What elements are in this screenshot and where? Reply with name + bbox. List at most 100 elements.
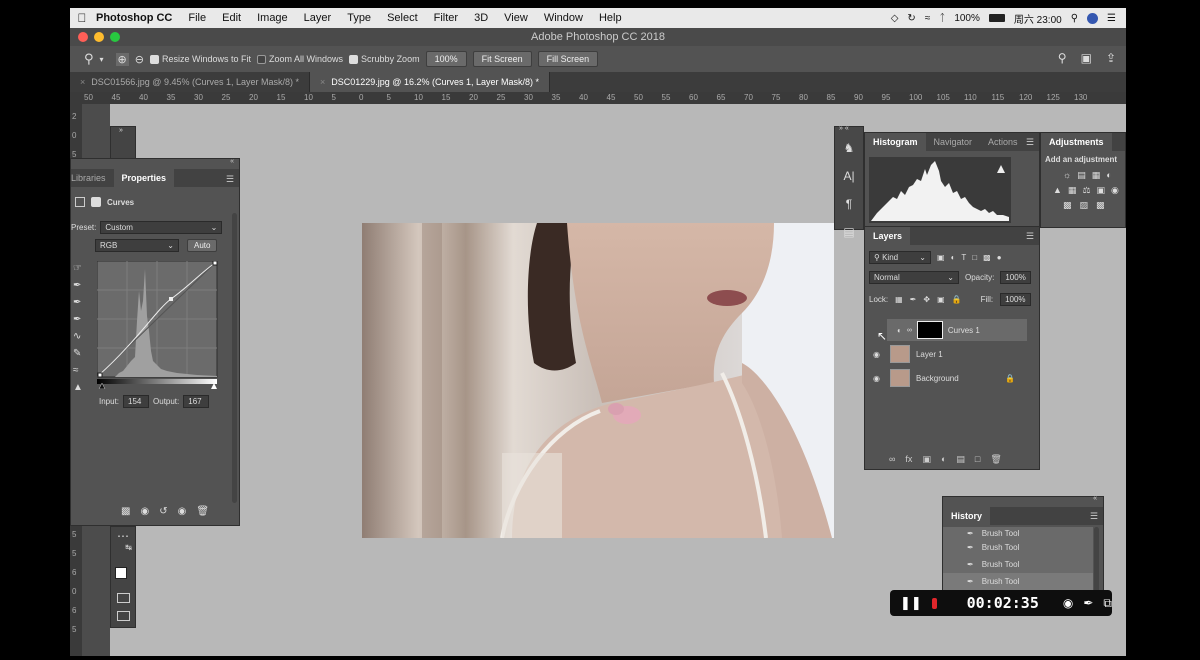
- panel-menu-icon[interactable]: ☰: [226, 174, 234, 185]
- bluetooth-icon[interactable]: ᛏ: [939, 13, 945, 24]
- zoom-tool-icon[interactable]: ⚲: [84, 51, 94, 67]
- exposure-icon[interactable]: ◐: [1106, 170, 1111, 181]
- layer-name[interactable]: Curves 1: [948, 326, 980, 335]
- curve-points-icon[interactable]: ∿: [73, 331, 83, 342]
- opacity-field[interactable]: 100%: [1000, 271, 1031, 284]
- clip-to-layer-icon[interactable]: ▩: [121, 506, 130, 517]
- filter-type-icon[interactable]: T: [961, 253, 966, 262]
- tab-history[interactable]: History: [943, 507, 991, 525]
- curve-endpoint-white[interactable]: [212, 261, 218, 266]
- collapse-panel-icon[interactable]: «: [1093, 495, 1097, 502]
- pencil-draw-icon[interactable]: ✎: [73, 348, 83, 359]
- layer-row-layer1[interactable]: ◉ Layer 1: [869, 343, 1029, 365]
- clone-source-icon[interactable]: ♞: [844, 141, 855, 155]
- on-image-adjustment-icon[interactable]: ☞: [73, 263, 83, 274]
- menu-type[interactable]: Type: [339, 12, 379, 24]
- notes-icon[interactable]: ▤: [843, 225, 854, 239]
- view-previous-icon[interactable]: ◉: [140, 506, 149, 517]
- menu-select[interactable]: Select: [379, 12, 426, 24]
- menu-layer[interactable]: Layer: [296, 12, 340, 24]
- menu-image[interactable]: Image: [249, 12, 296, 24]
- workspace-icon[interactable]: ▣: [1081, 51, 1092, 65]
- minimize-window-button[interactable]: [94, 32, 104, 42]
- fill-screen-button[interactable]: Fill Screen: [537, 51, 599, 67]
- stop-record-button[interactable]: [931, 597, 937, 609]
- wifi-icon[interactable]: ≈: [925, 13, 931, 24]
- history-item[interactable]: ✒ Brush Tool: [943, 539, 1093, 556]
- filter-shape-icon[interactable]: □: [972, 253, 977, 262]
- tab-libraries[interactable]: Libraries: [71, 169, 114, 187]
- lock-transparent-icon[interactable]: ▦: [895, 295, 903, 304]
- auto-button[interactable]: Auto: [187, 239, 218, 252]
- resize-windows-checkbox[interactable]: Resize Windows to Fit: [149, 54, 251, 64]
- collapse-panel-icon[interactable]: » «: [839, 125, 849, 132]
- history-item[interactable]: ✒ Brush Tool: [943, 556, 1093, 573]
- history-item[interactable]: ✒ Brush Tool: [943, 573, 1093, 590]
- levels-icon[interactable]: ▤: [1077, 170, 1086, 181]
- new-adjustment-icon[interactable]: ◐: [941, 454, 946, 465]
- lock-artboard-icon[interactable]: ▣: [937, 295, 945, 304]
- channel-dropdown[interactable]: RGB ⌄: [95, 239, 179, 252]
- menu-window[interactable]: Window: [536, 12, 591, 24]
- color-balance-icon[interactable]: ⚖: [1082, 185, 1090, 196]
- foreground-color-swatch[interactable]: [115, 567, 127, 579]
- quick-mask-icon[interactable]: [117, 593, 130, 603]
- zoom-100-button[interactable]: 100%: [425, 51, 467, 67]
- fit-screen-button[interactable]: Fit Screen: [472, 51, 532, 67]
- properties-scrollbar[interactable]: [232, 213, 237, 503]
- layer-thumbnail[interactable]: [889, 369, 910, 387]
- panel-collapse-icon[interactable]: «: [230, 158, 234, 165]
- layer-row-curves[interactable]: ◐ ∞ Curves 1: [887, 319, 1027, 341]
- layer-row-background[interactable]: ◉ Background 🔒: [869, 367, 1029, 389]
- paragraph-icon[interactable]: ¶: [846, 197, 852, 211]
- spotlight-icon[interactable]: ⚲: [1071, 13, 1078, 24]
- sync-icon[interactable]: ↻: [907, 13, 915, 24]
- tab-document-2[interactable]: × DSC01229.jpg @ 16.2% (Curves 1, Layer M…: [310, 72, 550, 92]
- fx-icon[interactable]: fx: [905, 454, 912, 465]
- tab-document-1[interactable]: × DSC01566.jpg @ 9.45% (Curves 1, Layer M…: [70, 72, 310, 92]
- dropbox-icon[interactable]: ◇: [891, 13, 899, 24]
- collapse-panel-icon[interactable]: »: [119, 127, 123, 134]
- threshold-icon[interactable]: ▩: [1096, 200, 1105, 211]
- invert-icon[interactable]: ▩: [1063, 200, 1072, 211]
- photo-filter-icon[interactable]: ◉: [1111, 185, 1119, 196]
- delete-icon[interactable]: 🗑: [196, 506, 209, 517]
- curves-graph[interactable]: [97, 261, 219, 389]
- layer-name[interactable]: Background: [916, 374, 959, 383]
- output-field[interactable]: 167: [183, 395, 210, 408]
- hue-icon[interactable]: ▦: [1068, 185, 1077, 196]
- canvas-image[interactable]: [362, 223, 834, 538]
- battery-icon[interactable]: [988, 14, 1005, 22]
- camera-icon[interactable]: ◉: [1063, 596, 1073, 610]
- menu-app-name[interactable]: Photoshop CC: [94, 12, 180, 24]
- window-capture-icon[interactable]: ⧉: [1103, 596, 1112, 611]
- smooth-curve-icon[interactable]: ≈: [73, 365, 83, 376]
- lock-all-icon[interactable]: 🔒: [952, 295, 962, 304]
- fill-field[interactable]: 100%: [1000, 293, 1031, 306]
- visibility-eye-icon[interactable]: ◉: [873, 374, 880, 383]
- notification-center-icon[interactable]: ☰: [1107, 13, 1116, 24]
- screen-mode-icon[interactable]: [117, 611, 130, 621]
- menu-help[interactable]: Help: [591, 12, 630, 24]
- visibility-eye-icon[interactable]: ◉: [178, 506, 187, 517]
- panel-menu-icon[interactable]: ☰: [1026, 231, 1034, 242]
- zoom-out-icon[interactable]: ⊖: [135, 53, 144, 66]
- clipping-warning-icon[interactable]: ▲: [73, 382, 83, 393]
- tool-preset-chevron-icon[interactable]: ▾: [100, 55, 104, 64]
- reset-icon[interactable]: ↺: [159, 506, 167, 517]
- menu-filter[interactable]: Filter: [426, 12, 466, 24]
- filter-toggle-icon[interactable]: ●: [997, 253, 1002, 262]
- curve-point[interactable]: [169, 297, 173, 301]
- close-window-button[interactable]: [78, 32, 88, 42]
- new-group-icon[interactable]: ▤: [956, 454, 965, 465]
- posterize-icon[interactable]: ▨: [1080, 200, 1089, 211]
- visibility-eye-icon[interactable]: ◉: [873, 350, 880, 359]
- tab-actions[interactable]: Actions: [980, 133, 1026, 151]
- horizontal-ruler[interactable]: 50 45 40 35 30 25 20 15 10 5 0 5 10 15 20 25 30 35 40 45 50 5…: [70, 92, 1126, 104]
- menu-edit[interactable]: Edit: [214, 12, 249, 24]
- zoom-all-windows-checkbox[interactable]: Zoom All Windows: [257, 54, 343, 64]
- curve-endpoint-black[interactable]: [97, 372, 103, 378]
- input-field[interactable]: 154: [123, 395, 150, 408]
- layer-name[interactable]: Layer 1: [916, 350, 943, 359]
- filter-kind-dropdown[interactable]: ⚲ Kind ⌄: [869, 251, 931, 264]
